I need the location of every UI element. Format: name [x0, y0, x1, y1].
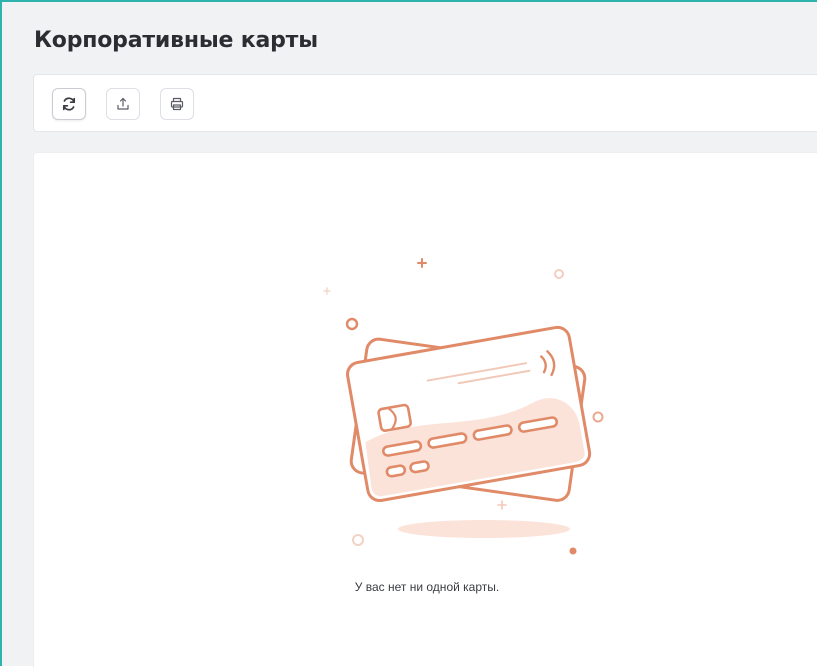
- cards-content-panel: У вас нет ни одной карты.: [33, 152, 817, 668]
- print-button[interactable]: [160, 88, 194, 120]
- toolbar: [33, 74, 817, 132]
- empty-state-message: У вас нет ни одной карты.: [354, 580, 500, 594]
- export-button[interactable]: [106, 88, 140, 120]
- printer-icon: [169, 96, 185, 112]
- main-frame: Корпоративные карты У вас нет ни одной к…: [0, 0, 817, 668]
- refresh-button[interactable]: [52, 88, 86, 120]
- upload-icon: [115, 96, 131, 112]
- credit-cards-icon: [314, 243, 634, 568]
- refresh-icon: [61, 96, 77, 112]
- page-title: Корпоративные карты: [34, 28, 318, 53]
